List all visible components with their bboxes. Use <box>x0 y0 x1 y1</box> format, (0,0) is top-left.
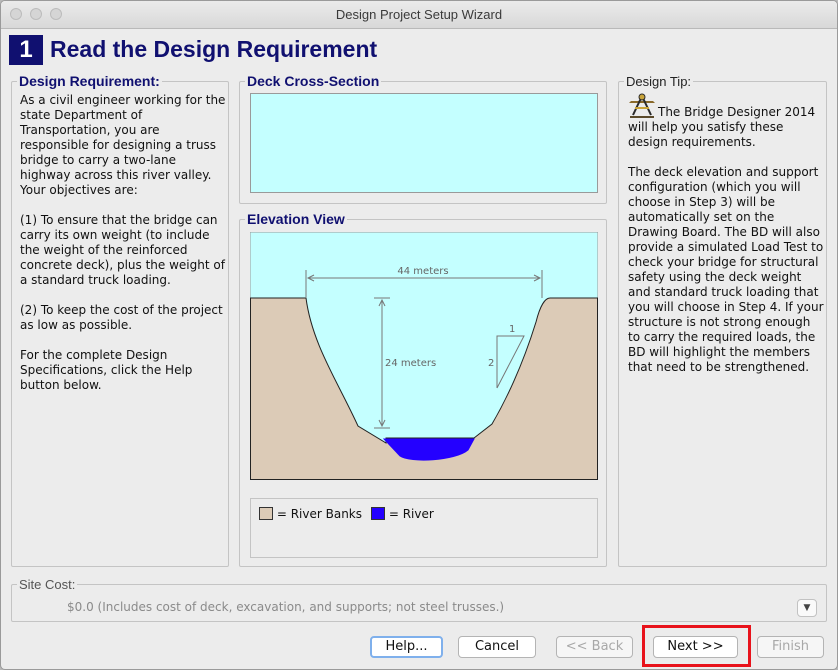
finish-button[interactable]: Finish <box>757 636 824 658</box>
slope-run-label: 1 <box>509 324 515 335</box>
site-cost-panel: Site Cost: $0.0 (Includes cost of deck, … <box>11 577 827 622</box>
elevation-view-panel: Elevation View 44 meters 24 meters 1 2 =… <box>239 212 607 567</box>
requirement-objective-1-text: (1) To ensure that the bridge can carry … <box>20 213 225 287</box>
site-cost-heading: Site Cost: <box>17 577 78 592</box>
legend-river: = River <box>371 507 434 521</box>
requirement-help-text: For the complete Design Specifications, … <box>20 348 193 392</box>
page-title: Read the Design Requirement <box>50 36 378 62</box>
requirement-intro-text: As a civil engineer working for the stat… <box>20 93 226 197</box>
legend-river-label: = River <box>388 507 434 521</box>
window-title: Design Project Setup Wizard <box>335 7 503 22</box>
chevron-down-icon: ▼ <box>803 603 811 613</box>
site-cost-dropdown-button[interactable]: ▼ <box>797 599 817 617</box>
tip-details-text: The deck elevation and support configura… <box>628 165 824 374</box>
river-swatch <box>371 507 385 520</box>
cancel-button[interactable]: Cancel <box>458 636 536 658</box>
wizard-window: Design Project Setup Wizard 1 Read the D… <box>0 0 838 670</box>
step-number-badge: 1 <box>9 35 43 65</box>
elevation-view-heading: Elevation View <box>245 211 347 227</box>
bridge-designer-icon <box>629 93 655 118</box>
deck-cross-section-view <box>250 93 598 193</box>
design-requirement-heading: Design Requirement: <box>17 73 162 89</box>
requirement-objective-2-text: (2) To keep the cost of the project as l… <box>20 303 223 332</box>
deck-cross-section-panel: Deck Cross-Section <box>239 74 607 204</box>
help-button[interactable]: Help... <box>370 636 443 658</box>
span-dimension-label: 44 meters <box>397 266 448 277</box>
design-tip-heading: Design Tip: <box>624 74 694 89</box>
deck-cross-section-heading: Deck Cross-Section <box>245 73 382 89</box>
slope-rise-label: 2 <box>488 358 494 369</box>
title-bar: Design Project Setup Wizard <box>1 1 837 29</box>
legend-banks: = River Banks <box>259 507 362 521</box>
tip-intro-text: The Bridge Designer 2014 will help you s… <box>628 93 824 150</box>
next-button[interactable]: Next >> <box>653 636 738 658</box>
banks-swatch <box>259 507 273 520</box>
depth-dimension-label: 24 meters <box>385 358 436 369</box>
design-tip-panel: Design Tip: The Bridge Designer 2014 wil… <box>618 74 827 567</box>
design-requirement-panel: Design Requirement: As a civil engineer … <box>11 74 229 567</box>
elevation-diagram: 44 meters 24 meters 1 2 <box>250 232 598 480</box>
legend-banks-label: = River Banks <box>276 507 362 521</box>
site-cost-value: $0.0 (Includes cost of deck, excavation,… <box>67 600 505 614</box>
tip-intro-label: The Bridge Designer 2014 will help you s… <box>628 105 816 149</box>
back-button[interactable]: << Back <box>556 636 633 658</box>
elevation-legend: = River Banks = River <box>250 498 598 558</box>
